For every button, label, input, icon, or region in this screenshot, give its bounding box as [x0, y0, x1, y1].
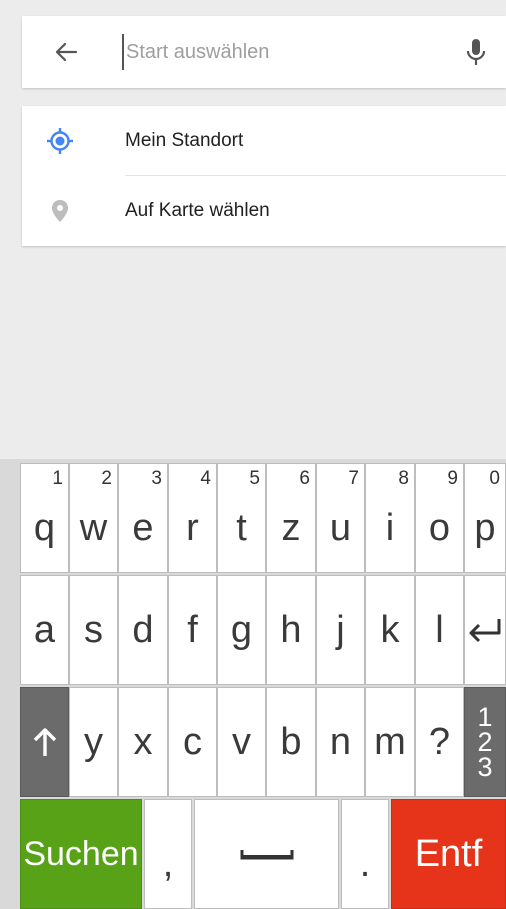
key-question-mark[interactable]: ?: [415, 687, 464, 797]
key-x[interactable]: x: [118, 687, 168, 797]
key-s[interactable]: s: [69, 575, 118, 685]
key-digit: 8: [398, 468, 409, 489]
key-digit: 3: [151, 468, 162, 489]
key-c[interactable]: c: [168, 687, 217, 797]
key-m[interactable]: m: [365, 687, 415, 797]
key-letter: l: [435, 608, 444, 651]
search-key[interactable]: Suchen: [20, 799, 142, 909]
key-q[interactable]: 1 q: [20, 463, 69, 573]
key-letter: s: [84, 608, 103, 651]
key-l[interactable]: l: [415, 575, 464, 685]
key-e[interactable]: 3 e: [118, 463, 168, 573]
key-letter: y: [84, 720, 103, 763]
key-t[interactable]: 5 t: [217, 463, 266, 573]
enter-icon: [469, 619, 501, 643]
key-letter: n: [329, 720, 352, 763]
key-f[interactable]: f: [168, 575, 217, 685]
key-letter: t: [236, 506, 247, 549]
key-letter: h: [280, 608, 302, 651]
space-bar-icon: [240, 850, 293, 860]
key-w[interactable]: 2 w: [69, 463, 118, 573]
key-letter: d: [132, 608, 154, 651]
search-key-label: Suchen: [23, 834, 139, 873]
key-letter: j: [336, 608, 345, 651]
enter-key[interactable]: [464, 575, 506, 685]
key-letter: o: [428, 506, 451, 549]
key-d[interactable]: d: [118, 575, 168, 685]
key-digit: 0: [489, 468, 500, 489]
key-letter: m: [374, 720, 406, 763]
key-digit: 7: [348, 468, 359, 489]
key-digit: 4: [200, 468, 211, 489]
key-n[interactable]: n: [316, 687, 365, 797]
key-letter: g: [230, 608, 253, 651]
key-u[interactable]: 7 u: [316, 463, 365, 573]
key-digit: 6: [299, 468, 310, 489]
key-digit: 1: [52, 468, 63, 489]
search-bar: [22, 16, 506, 88]
key-r[interactable]: 4 r: [168, 463, 217, 573]
search-input[interactable]: [122, 34, 422, 70]
comma-key[interactable]: ,: [144, 799, 192, 909]
space-key[interactable]: [194, 799, 339, 909]
delete-key-label: Entf: [414, 832, 483, 875]
map-pin-icon: [46, 197, 74, 225]
key-j[interactable]: j: [316, 575, 365, 685]
key-h[interactable]: h: [266, 575, 316, 685]
key-z[interactable]: 6 z: [266, 463, 316, 573]
shift-up-arrow-icon: [33, 728, 56, 756]
key-letter: k: [380, 608, 400, 651]
key-digit: 2: [101, 468, 112, 489]
voice-search-button[interactable]: [460, 36, 492, 68]
key-letter: i: [385, 506, 395, 549]
key-letter: v: [232, 720, 251, 763]
microphone-icon: [466, 39, 486, 65]
key-letter: ?: [428, 720, 451, 763]
suggestion-my-location[interactable]: Mein Standort: [22, 106, 506, 176]
my-location-icon: [46, 127, 74, 155]
key-letter: p: [474, 506, 496, 549]
back-button[interactable]: [48, 34, 84, 70]
numbers-toggle-label: 1 2 3: [477, 701, 493, 782]
key-y[interactable]: y: [69, 687, 118, 797]
key-i[interactable]: 8 i: [365, 463, 415, 573]
key-letter: r: [186, 506, 199, 549]
suggestions-list: Mein Standort Auf Karte wählen: [22, 106, 506, 246]
numbers-toggle-key[interactable]: 1 2 3: [464, 687, 506, 797]
key-p[interactable]: 0 p: [464, 463, 506, 573]
key-v[interactable]: v: [217, 687, 266, 797]
toggle-digit: 1: [477, 701, 493, 732]
on-screen-keyboard: 1 q 2 w 3 e 4 r 5 t 6 z 7 u 8 i 9 o 0 p …: [0, 459, 506, 909]
key-a[interactable]: a: [20, 575, 69, 685]
key-letter: q: [33, 506, 56, 549]
key-letter: .: [359, 842, 371, 885]
key-letter: b: [280, 720, 302, 763]
key-letter: f: [187, 608, 198, 651]
key-b[interactable]: b: [266, 687, 316, 797]
suggestion-label: Auf Karte wählen: [125, 200, 270, 221]
key-o[interactable]: 9 o: [415, 463, 464, 573]
key-digit: 9: [447, 468, 458, 489]
key-letter: w: [79, 506, 108, 549]
key-g[interactable]: g: [217, 575, 266, 685]
key-letter: a: [33, 608, 56, 651]
arrow-left-icon: [55, 42, 78, 62]
shift-key[interactable]: [20, 687, 69, 797]
key-letter: ,: [162, 842, 174, 885]
suggestion-choose-on-map[interactable]: Auf Karte wählen: [22, 176, 506, 246]
delete-key[interactable]: Entf: [391, 799, 506, 909]
key-letter: u: [329, 506, 352, 549]
key-letter: z: [281, 506, 301, 549]
key-digit: 5: [249, 468, 260, 489]
key-k[interactable]: k: [365, 575, 415, 685]
suggestion-label: Mein Standort: [125, 130, 244, 151]
period-key[interactable]: .: [341, 799, 389, 909]
key-letter: e: [132, 506, 154, 549]
key-letter: c: [183, 720, 202, 763]
toggle-digit: 3: [477, 751, 493, 782]
toggle-digit: 2: [477, 726, 493, 757]
key-letter: x: [133, 720, 153, 763]
